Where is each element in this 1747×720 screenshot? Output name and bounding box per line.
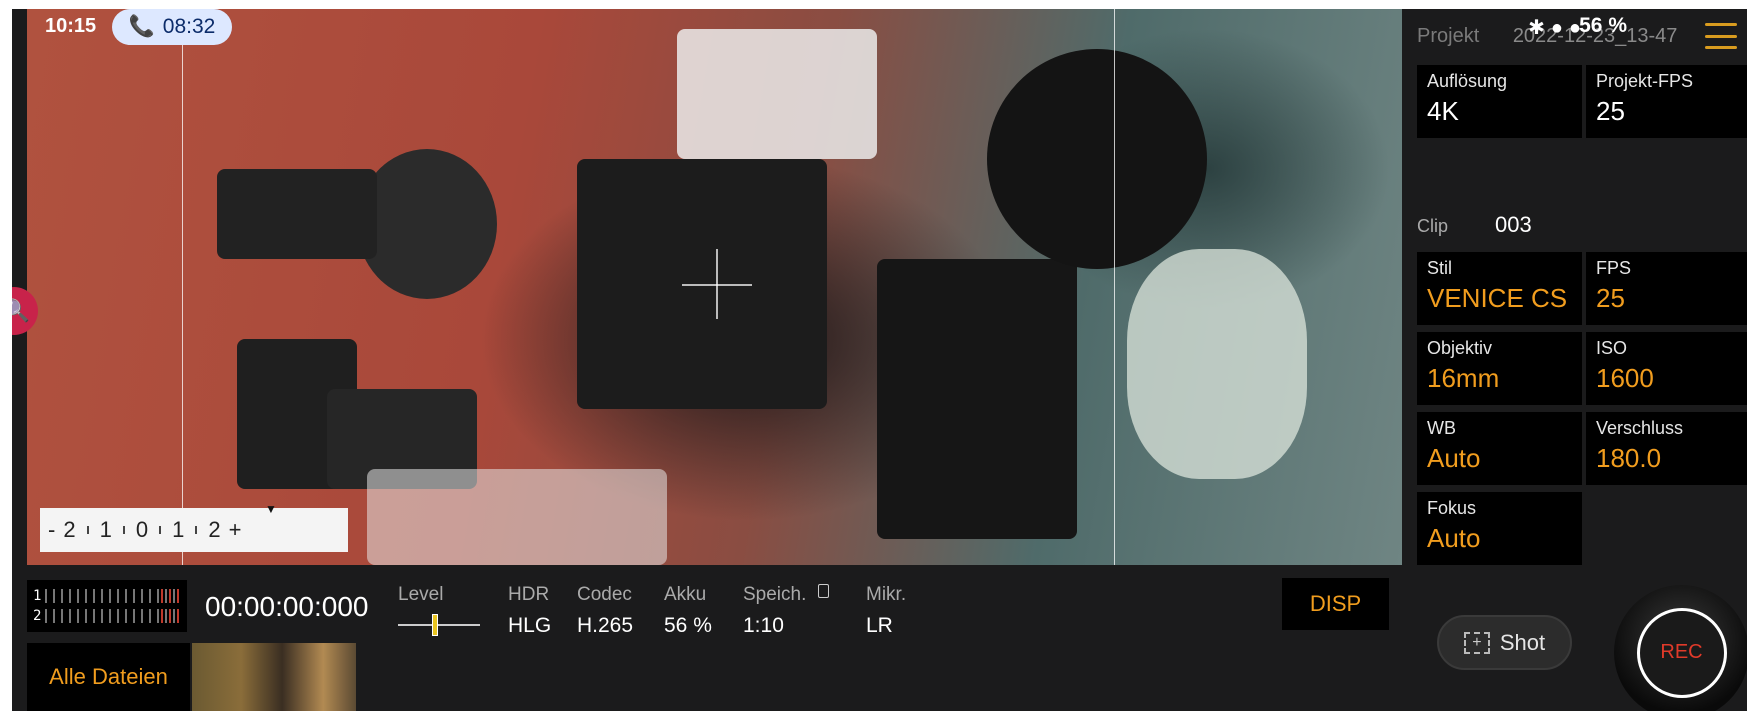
codec-value: H.265 [577, 614, 634, 637]
frame-guide-right [1114, 9, 1115, 565]
focus-tick [195, 526, 198, 534]
level-knob[interactable] [432, 614, 438, 636]
codec-label: Codec [577, 584, 632, 605]
hdr-value: HLG [508, 614, 552, 637]
clip-label: Clip [1417, 216, 1449, 236]
style-value: VENICE CS [1427, 283, 1568, 313]
focus-scale-plus[interactable]: + [229, 517, 242, 543]
battery-group: Akku 56 % [664, 584, 712, 638]
storage-card-icon [817, 584, 829, 598]
codec-group: Codec H.265 [577, 584, 633, 638]
meter-channel-1: 1 [33, 588, 42, 604]
shot-button[interactable]: + Shot [1437, 615, 1572, 670]
last-clip-thumbnail[interactable] [192, 643, 356, 711]
mic-group: Mikr. LR [866, 584, 906, 638]
audio-level-meter: 1 2 [27, 580, 187, 632]
project-row: Projekt 2022-12-23_13-47 [1417, 25, 1697, 48]
level-label: Level [398, 584, 444, 605]
focus-scale-1-right: 1 [172, 517, 185, 542]
level-group[interactable]: Level [398, 584, 480, 636]
focus-scale[interactable]: ▼ - 2 1 0 1 2 + [40, 502, 348, 552]
meter-bars-2 [45, 609, 181, 623]
focus-scale-2-left: 2 [63, 517, 76, 542]
center-crosshair-vertical [716, 249, 718, 319]
hdr-group: HDR HLG [508, 584, 551, 638]
resolution-value: 4K [1427, 96, 1459, 126]
wb-cell[interactable]: WB Auto [1417, 412, 1582, 485]
mic-label: Mikr. [866, 584, 907, 605]
frame-guide-left [182, 9, 183, 565]
focus-tick [86, 526, 89, 534]
meter-bars-1 [45, 589, 181, 603]
focus-scale-1-left: 1 [99, 517, 112, 542]
rec-label: REC [1660, 641, 1703, 663]
disp-button[interactable]: DISP [1282, 578, 1389, 630]
focus-tick [122, 526, 125, 534]
project-fps-cell[interactable]: Projekt-FPS 25 [1586, 65, 1747, 138]
record-ring: REC [1636, 607, 1727, 698]
level-slider[interactable] [398, 614, 480, 636]
focus-value: Auto [1427, 523, 1481, 553]
ongoing-call-chip[interactable]: 📞 08:32 [112, 9, 232, 45]
clip-value: 003 [1495, 212, 1532, 237]
storage-value: 1:10 [743, 614, 784, 637]
battery-value: 56 % [664, 614, 712, 637]
focus-marker-icon: ▼ [265, 502, 277, 516]
viewfinder[interactable] [27, 9, 1402, 565]
wb-value: Auto [1427, 443, 1481, 473]
focus-scale-0: 0 [135, 517, 149, 542]
screenshot-frame-icon: + [1463, 631, 1490, 654]
battery-label: Akku [664, 584, 707, 605]
call-timer: 08:32 [162, 15, 216, 38]
resolution-cell[interactable]: Auflösung 4K [1417, 65, 1582, 138]
iso-value: 1600 [1596, 363, 1654, 393]
iso-cell[interactable]: ISO 1600 [1586, 332, 1747, 405]
iso-label: ISO [1596, 338, 1628, 358]
wb-label: WB [1427, 418, 1456, 438]
focus-tick [159, 526, 162, 534]
clip-row: Clip 003 [1417, 212, 1532, 238]
focus-cell[interactable]: Fokus Auto [1417, 492, 1582, 565]
lens-cell[interactable]: Objektiv 16mm [1417, 332, 1582, 405]
timecode: 00:00:00:000 [205, 591, 369, 622]
focus-scale-minus[interactable]: - [48, 517, 55, 543]
menu-icon[interactable] [1705, 23, 1737, 49]
storage-group: Speich. 1:10 [743, 584, 829, 638]
project-label: Projekt [1417, 25, 1480, 47]
lens-label: Objektiv [1427, 338, 1493, 358]
fps-cell[interactable]: FPS 25 [1586, 252, 1747, 325]
shot-label: Shot [1499, 629, 1546, 655]
project-fps-label: Projekt-FPS [1596, 71, 1694, 91]
hdr-label: HDR [508, 584, 550, 605]
meter-channel-2: 2 [33, 608, 42, 624]
all-files-button[interactable]: Alle Dateien [27, 643, 190, 711]
fps-value: 25 [1596, 283, 1625, 313]
fps-label: FPS [1596, 258, 1632, 278]
project-fps-value: 25 [1596, 96, 1625, 126]
project-value: 2022-12-23_13-47 [1512, 25, 1678, 47]
lens-value: 16mm [1427, 363, 1500, 393]
record-button[interactable]: REC [1614, 585, 1747, 711]
focus-scale-2-right: 2 [208, 517, 221, 542]
phone-icon: 📞 [128, 15, 155, 38]
style-label: Stil [1427, 258, 1453, 278]
mic-value: LR [866, 614, 893, 637]
shutter-cell[interactable]: Verschluss 180.0 [1586, 412, 1747, 485]
focus-label: Fokus [1427, 498, 1477, 518]
storage-label: Speich. [743, 584, 829, 606]
settings-panel: Projekt 2022-12-23_13-47 Auflösung 4K Pr… [1407, 9, 1747, 711]
level-track [398, 624, 480, 626]
style-cell[interactable]: Stil VENICE CS [1417, 252, 1582, 325]
resolution-label: Auflösung [1427, 71, 1508, 91]
shutter-label: Verschluss [1596, 418, 1684, 438]
shutter-value: 180.0 [1596, 443, 1662, 473]
camera-app-screen: 🔍 ▼ - 2 1 0 1 2 + 10:15 📞 08:32 ✱●● 56 %… [12, 9, 1747, 711]
